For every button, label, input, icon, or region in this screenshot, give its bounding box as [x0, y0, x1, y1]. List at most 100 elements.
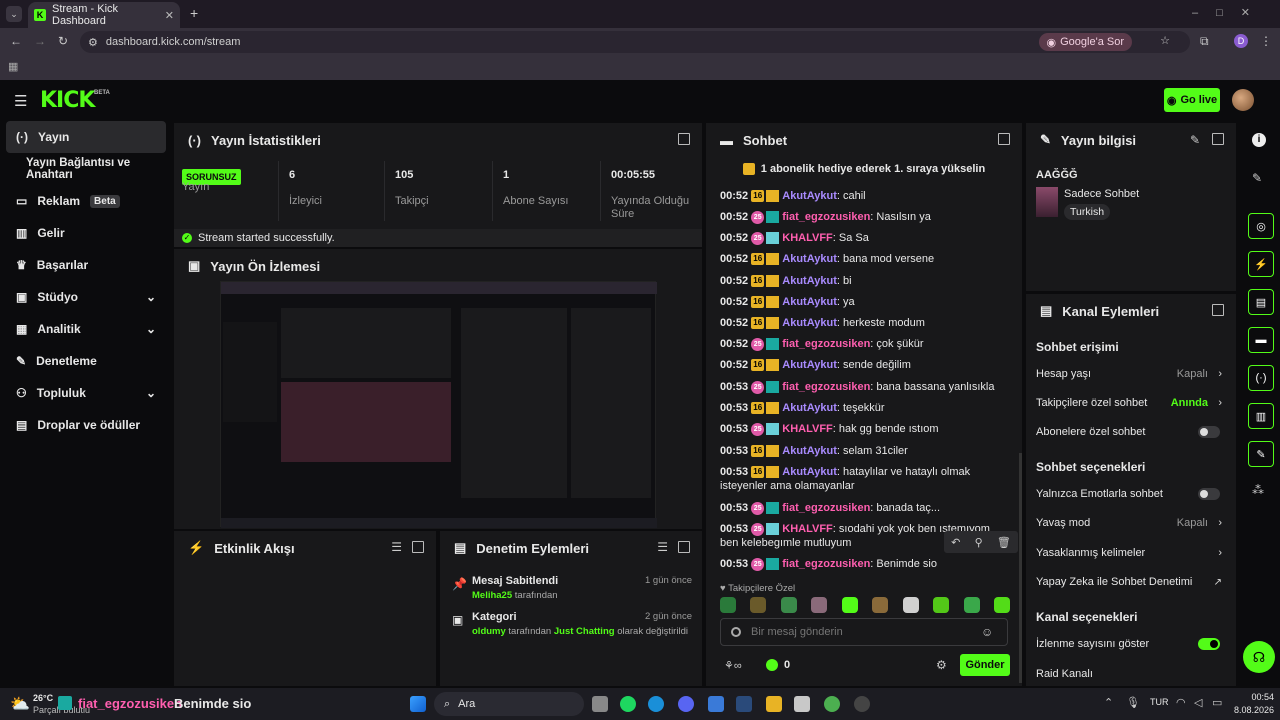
message-username[interactable]: AkutAykut	[782, 190, 837, 202]
subscribers-only-row[interactable]: Abonelere özel sohbet	[1036, 421, 1236, 443]
message-username[interactable]: AkutAykut	[782, 253, 837, 265]
show-viewer-count-row[interactable]: İzlenme sayısını göster	[1036, 633, 1236, 655]
message-username[interactable]: AkutAykut	[782, 466, 837, 478]
url-field[interactable]: ⚙ dashboard.kick.com/stream ◉ Google'a So…	[80, 31, 1190, 53]
emote-icon[interactable]	[780, 597, 797, 613]
message-username[interactable]: AkutAykut	[782, 275, 837, 287]
popout-icon[interactable]	[678, 133, 690, 145]
chat-message[interactable]: 00:52 16 AkutAykut: ya	[720, 295, 1010, 309]
file-explorer-icon[interactable]	[766, 696, 782, 712]
chat-message[interactable]: 00:52 25 KHALVFF: Sa Sa	[720, 231, 1010, 245]
category-name[interactable]: Sadece Sohbet	[1064, 188, 1139, 200]
clock-time[interactable]: 00:54	[1234, 692, 1274, 702]
server-icon[interactable]: ▥	[1248, 403, 1274, 429]
record-icon[interactable]	[731, 627, 741, 637]
slow-mode-row[interactable]: Yavaş mod Kapalı ›	[1036, 512, 1236, 534]
chat-message[interactable]: 00:53 25 fiat_egzozusiken: Benimde sio	[720, 557, 1010, 571]
clock-date[interactable]: 8.08.2026	[1224, 705, 1274, 715]
message-username[interactable]: fiat_egzozusiken	[782, 502, 870, 514]
chat-message[interactable]: 00:53 25 fiat_egzozusiken: banada taç...	[720, 501, 1010, 515]
reply-icon[interactable]: ↶	[951, 536, 960, 549]
emote-only-row[interactable]: Yalnızca Emotlarla sohbet	[1036, 483, 1236, 505]
store-icon[interactable]	[794, 696, 810, 712]
broadcast-icon[interactable]: (·)	[1248, 365, 1274, 391]
new-tab-icon[interactable]: +	[190, 5, 198, 21]
infinity-icon[interactable]: ⚘∞	[724, 659, 742, 672]
task-view-icon[interactable]	[592, 696, 608, 712]
edge-icon[interactable]	[648, 696, 664, 712]
sidebar-item-droplar[interactable]: ▤ Droplar ve ödüller	[0, 409, 172, 441]
message-username[interactable]: AkutAykut	[782, 445, 837, 457]
edit-icon[interactable]: ✎	[1190, 133, 1200, 147]
add-widget-icon[interactable]: ⁂	[1252, 483, 1264, 497]
sidebar-item-basarilar[interactable]: ♛ Başarılar	[0, 249, 172, 281]
document-icon[interactable]: ▤	[1248, 289, 1274, 315]
chrome-icon[interactable]	[824, 696, 840, 712]
chat-message[interactable]: 00:53 16 AkutAykut: hataylılar ve hatayl…	[720, 465, 1010, 493]
emote-icon[interactable]	[720, 597, 736, 613]
menu-dots-icon[interactable]: ⋮	[1260, 34, 1272, 48]
chat-message[interactable]: 00:52 16 AkutAykut: bi	[720, 274, 1010, 288]
message-username[interactable]: AkutAykut	[782, 296, 837, 308]
emote-icon[interactable]	[811, 597, 828, 613]
emote-icon[interactable]	[993, 597, 1010, 613]
language-indicator[interactable]: TUR	[1150, 697, 1169, 707]
pin-icon[interactable]: ⚲	[975, 536, 983, 549]
sidebar-item-gelir[interactable]: ▥ Gelir	[0, 217, 172, 249]
trash-icon[interactable]: 🗑	[997, 536, 1011, 549]
editor-icon[interactable]	[708, 696, 724, 712]
message-username[interactable]: fiat_egzozusiken	[782, 381, 870, 393]
forward-icon[interactable]: →	[34, 34, 46, 48]
emoji-icon[interactable]: ☺	[981, 625, 993, 639]
popout-icon[interactable]	[678, 541, 690, 553]
camera-icon[interactable]: ◎	[1248, 213, 1274, 239]
steam-icon[interactable]	[736, 696, 752, 712]
message-username[interactable]: fiat_egzozusiken	[782, 338, 870, 350]
send-button[interactable]: Gönder	[960, 654, 1010, 676]
site-info-icon[interactable]: ⚙	[88, 36, 98, 49]
support-headset-icon[interactable]: ☊	[1243, 641, 1275, 673]
chat-message[interactable]: 00:52 25 fiat_egzozusiken: çok şükür	[720, 337, 1010, 351]
popout-icon[interactable]	[1212, 133, 1224, 145]
bookmark-star-icon[interactable]: ☆	[1160, 34, 1170, 47]
mic-icon[interactable]: 🎙	[1126, 696, 1140, 709]
close-tab-icon[interactable]: ✕	[165, 9, 174, 22]
hamburger-menu-icon[interactable]: ☰	[14, 92, 27, 110]
preview-video[interactable]	[220, 281, 657, 528]
filter-icon[interactable]: ☰	[657, 540, 668, 554]
weather-icon[interactable]: ⛅	[10, 694, 30, 714]
lightning-icon[interactable]: ⚡	[1248, 251, 1274, 277]
chat-message[interactable]: 00:52 16 AkutAykut: herkeste modum	[720, 316, 1010, 330]
gift-banner[interactable]: 1 abonelik hediye ederek 1. sıraya yükse…	[706, 159, 1022, 179]
account-age-row[interactable]: Hesap yaşı Kapalı ›	[1036, 363, 1236, 385]
chat-icon[interactable]: ▬	[1248, 327, 1274, 353]
browser-tab[interactable]: K Stream - Kick Dashboard ✕	[28, 2, 180, 28]
popout-icon[interactable]	[1212, 304, 1224, 316]
profile-avatar[interactable]: D	[1234, 34, 1248, 48]
ai-moderation-row[interactable]: Yapay Zeka ile Sohbet Denetimi ↗	[1036, 571, 1236, 593]
chat-message[interactable]: 00:52 16 AkutAykut: bana mod versene	[720, 252, 1010, 266]
emote-icon[interactable]	[750, 597, 767, 613]
message-username[interactable]: KHALVFF	[782, 523, 833, 535]
kick-logo[interactable]: KICK	[40, 88, 95, 113]
subscribers-only-toggle[interactable]	[1198, 426, 1220, 438]
filter-icon[interactable]: ☰	[391, 540, 402, 554]
user-avatar[interactable]	[1232, 89, 1254, 111]
taskbar-search[interactable]: ⌕ Ara	[434, 692, 584, 716]
spotify-icon[interactable]	[620, 696, 636, 712]
extensions-icon[interactable]: ⧉	[1200, 34, 1209, 49]
chat-input[interactable]: ☺	[720, 618, 1008, 646]
battery-icon[interactable]: ▭	[1212, 696, 1222, 709]
sidebar-item-reklam[interactable]: ▭ Reklam Beta	[0, 185, 172, 217]
discord-icon[interactable]	[678, 696, 694, 712]
tab-list-button[interactable]: ⌄	[6, 6, 22, 22]
message-username[interactable]: AkutAykut	[782, 402, 837, 414]
followers-only-row[interactable]: Takipçilere özel sohbet Anında ›	[1036, 392, 1236, 414]
tray-chevron-icon[interactable]: ⌃	[1104, 696, 1113, 709]
windows-start-icon[interactable]	[410, 696, 426, 712]
google-ask-button[interactable]: ◉ Google'a Sor	[1038, 33, 1132, 51]
settings-gear-icon[interactable]: ⚙	[936, 658, 947, 672]
back-icon[interactable]: ←	[10, 34, 22, 48]
apps-grid-icon[interactable]: ▦	[8, 60, 18, 73]
sidebar-item-topluluk[interactable]: ⚇ Topluluk ⌄	[0, 377, 172, 409]
